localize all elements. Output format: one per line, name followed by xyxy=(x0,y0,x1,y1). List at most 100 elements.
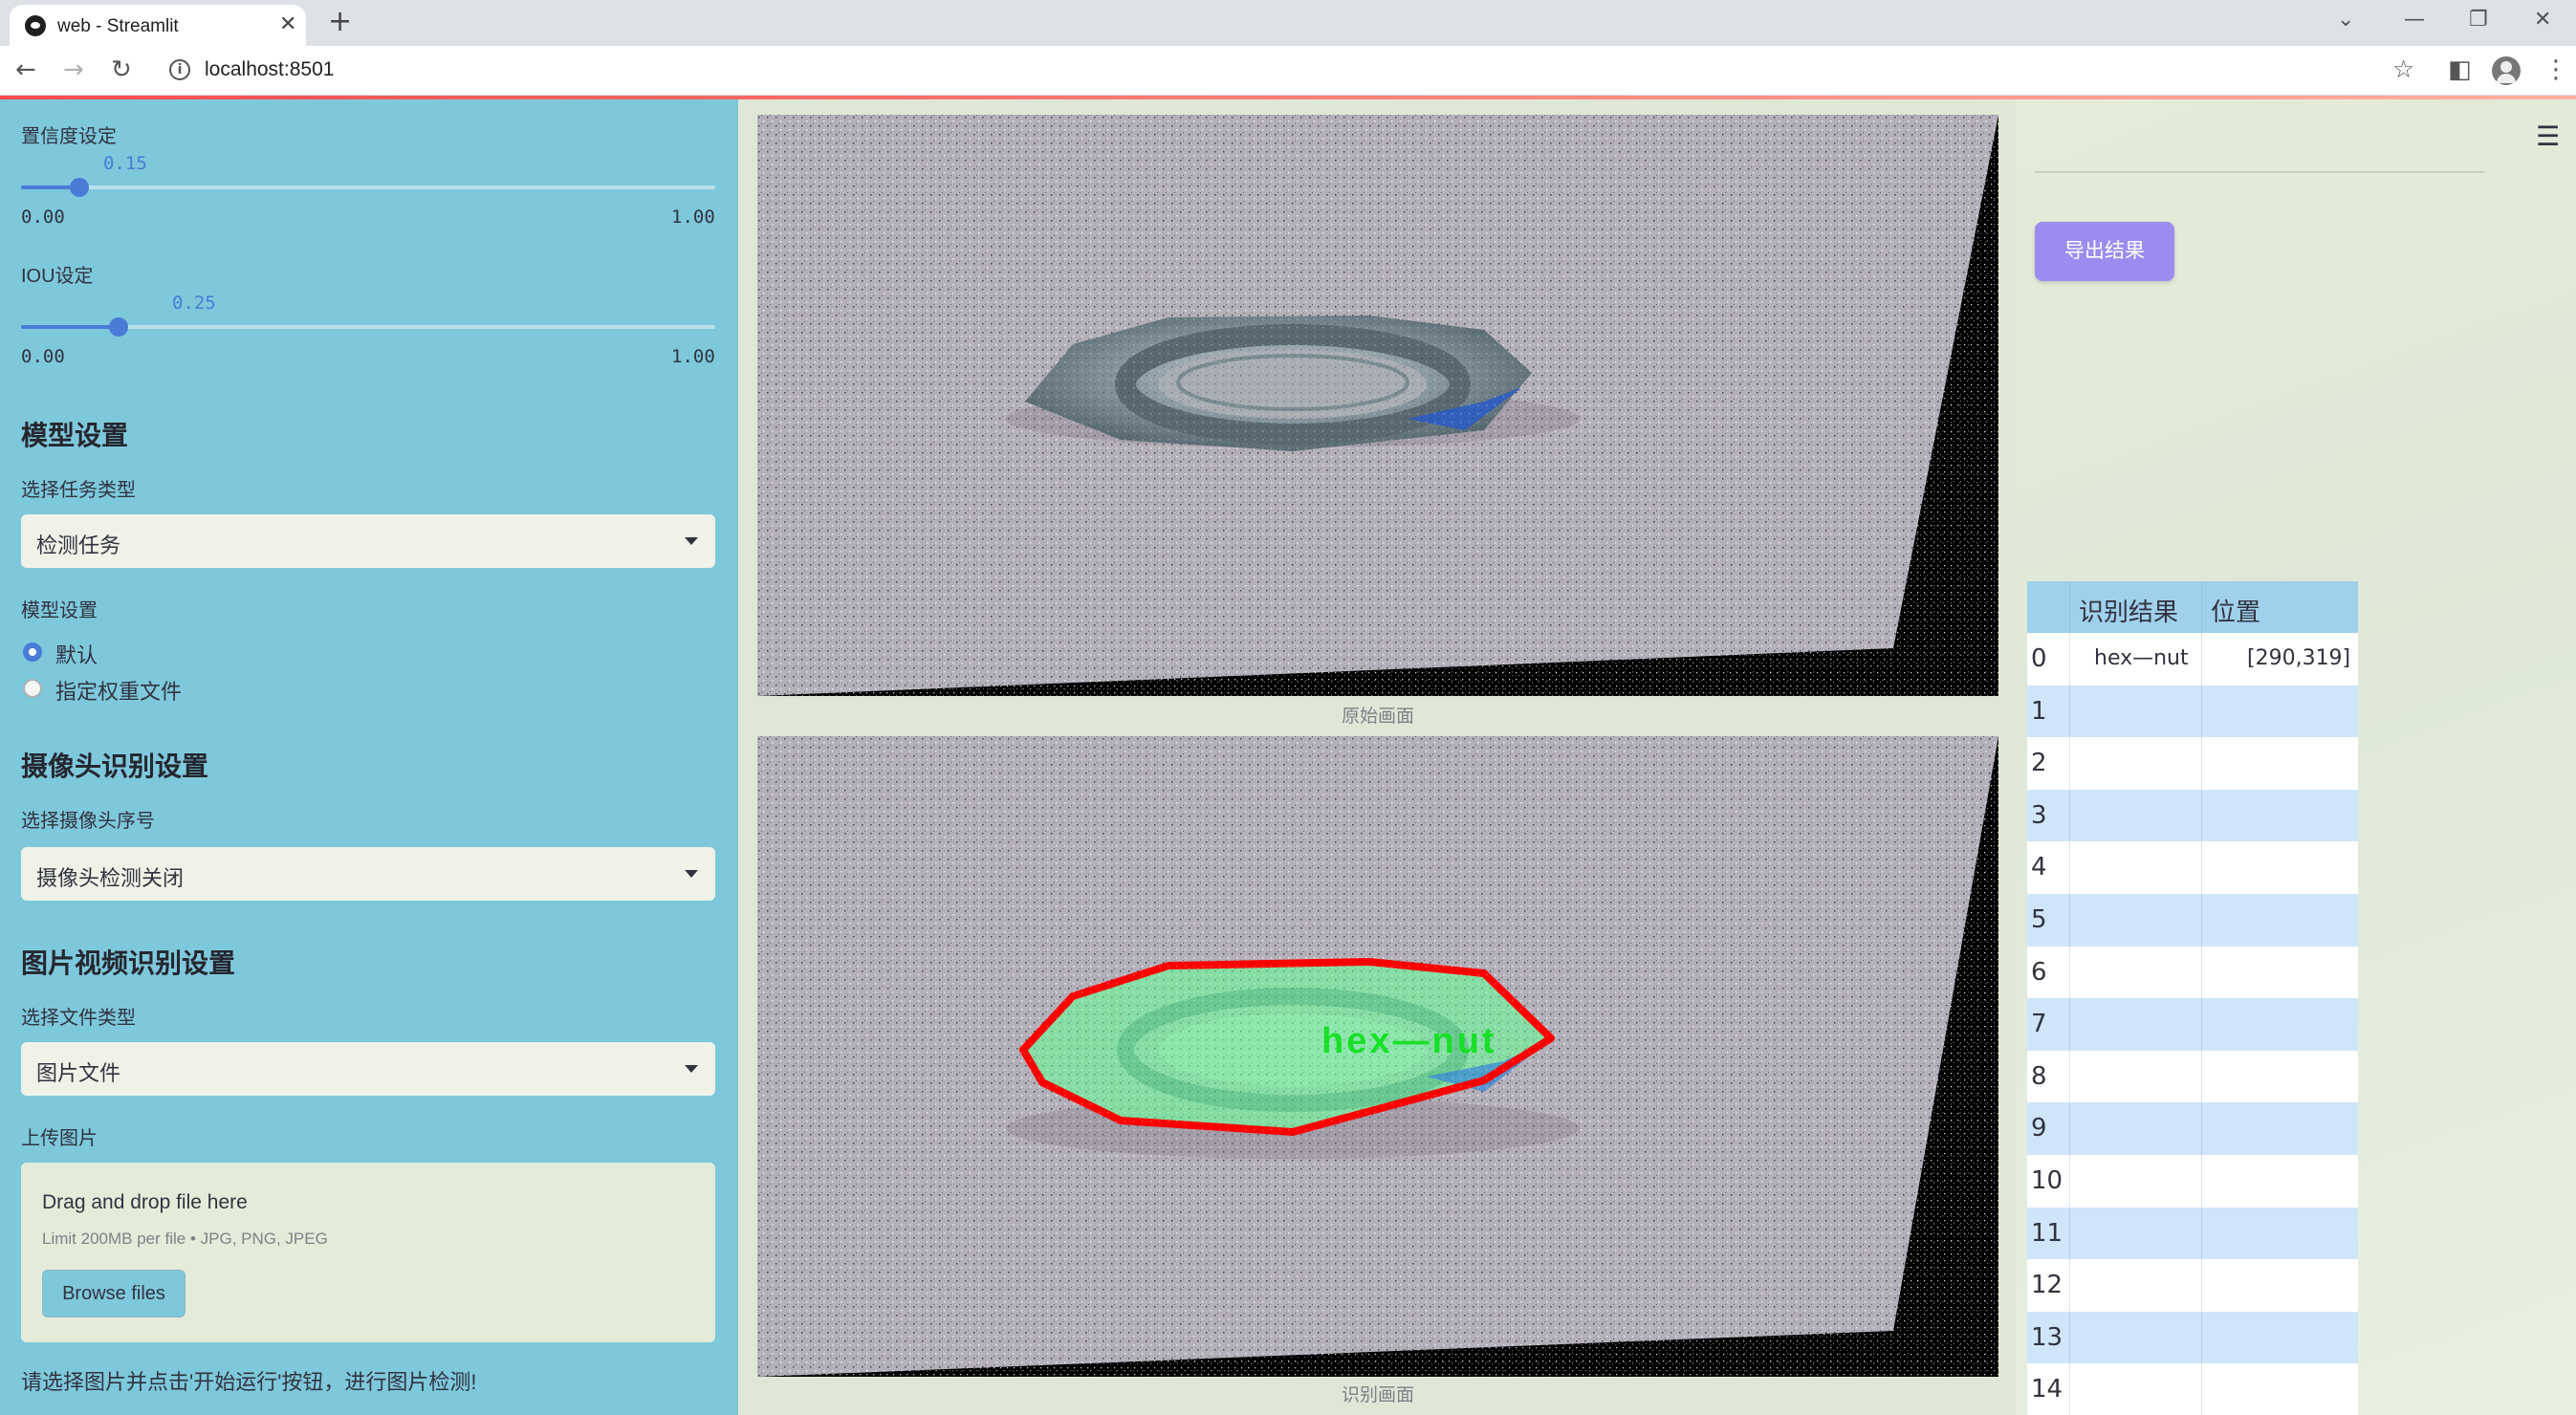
table-row[interactable]: 3 xyxy=(2027,789,2358,842)
file-type-value: 图片文件 xyxy=(36,1061,121,1085)
profile-avatar-icon[interactable] xyxy=(2492,56,2521,85)
table-row[interactable]: 14 xyxy=(2027,1363,2358,1415)
chevron-down-icon xyxy=(685,1065,698,1073)
row-index: 8 xyxy=(2031,1061,2047,1091)
radio-custom-weights[interactable] xyxy=(23,679,42,698)
column-divider xyxy=(2201,581,2202,1415)
address-bar[interactable]: localhost:8501 xyxy=(205,58,334,81)
confidence-max: 1.00 xyxy=(671,207,715,228)
forward-arrow-icon[interactable]: → xyxy=(63,55,84,84)
iou-slider-fill xyxy=(21,325,119,329)
chevron-down-icon xyxy=(685,537,698,545)
browser-tab[interactable]: web - Streamlit ✕ xyxy=(10,5,306,46)
task-type-select[interactable]: 检测任务 xyxy=(21,514,715,568)
original-image-canvas xyxy=(757,115,1998,696)
camera-settings-heading: 摄像头识别设置 xyxy=(21,751,209,781)
dropzone-title: Drag and drop file here xyxy=(42,1191,248,1213)
iou-slider-thumb[interactable] xyxy=(109,317,128,337)
browser-tab-strip: web - Streamlit ✕ + ⌄ — ❐ ✕ xyxy=(0,0,2576,46)
table-row[interactable]: 0hex—nut[290,319]414270.03 xyxy=(2027,633,2358,686)
table-row[interactable]: 7 xyxy=(2027,998,2358,1051)
close-tab-icon[interactable]: ✕ xyxy=(279,12,296,36)
side-panel-icon[interactable]: ◧ xyxy=(2448,55,2472,84)
result-caption: 识别画面 xyxy=(1341,1385,1414,1405)
bookmark-star-icon[interactable]: ☆ xyxy=(2392,55,2414,84)
site-info-icon[interactable]: i xyxy=(169,59,190,80)
cell-position: [290,319] xyxy=(2247,646,2351,670)
table-row[interactable]: 8 xyxy=(2027,1050,2358,1103)
col-result-header: 识别结果 xyxy=(2079,599,2179,627)
iou-label: IOU设定 xyxy=(21,266,94,287)
file-type-label: 选择文件类型 xyxy=(21,1008,136,1029)
table-header: 识别结果 位置 面积 时间 xyxy=(2027,581,2358,633)
table-row[interactable]: 1 xyxy=(2027,685,2358,738)
row-index: 4 xyxy=(2031,853,2047,882)
dropzone-limit: Limit 200MB per file • JPG, PNG, JPEG xyxy=(42,1230,328,1248)
cell-result: hex—nut xyxy=(2094,646,2189,670)
main-content: 原始画面 hex—nut 识别画面 导出结果 ☰ 识别结果 位置 面积 时间 xyxy=(738,99,2576,1415)
table-row[interactable]: 11 xyxy=(2027,1207,2358,1260)
browser-menu-icon[interactable]: ⋮ xyxy=(2543,55,2568,84)
row-index: 10 xyxy=(2031,1166,2063,1195)
table-row[interactable]: 6 xyxy=(2027,946,2358,999)
confidence-slider-thumb[interactable] xyxy=(70,178,89,197)
sidebar-instruction: 请选择图片并点击'开始运行'按钮，进行图片检测! xyxy=(21,1370,477,1394)
minimize-icon[interactable]: — xyxy=(2404,8,2425,32)
task-type-value: 检测任务 xyxy=(36,533,121,557)
row-index: 14 xyxy=(2031,1375,2063,1404)
confidence-slider[interactable] xyxy=(21,178,715,197)
table-row[interactable]: 9 xyxy=(2027,1102,2358,1155)
confidence-value: 0.15 xyxy=(103,153,147,174)
row-index: 9 xyxy=(2031,1114,2047,1143)
detection-label: hex—nut xyxy=(1321,1021,1497,1061)
row-index: 3 xyxy=(2031,800,2047,830)
result-image: hex—nut xyxy=(757,736,1998,1377)
table-row[interactable]: 4 xyxy=(2027,841,2358,894)
close-window-icon[interactable]: ✕ xyxy=(2534,8,2551,32)
iou-min: 0.00 xyxy=(21,346,65,367)
divider xyxy=(2035,171,2484,173)
file-dropzone[interactable]: Drag and drop file here Limit 200MB per … xyxy=(21,1163,715,1342)
column-divider xyxy=(2069,581,2070,1415)
tab-title: web - Streamlit xyxy=(57,16,179,36)
row-index: 12 xyxy=(2031,1271,2063,1300)
browse-files-button[interactable]: Browse files xyxy=(42,1270,186,1317)
model-setting-label: 模型设置 xyxy=(21,600,98,621)
iou-slider[interactable] xyxy=(21,317,715,337)
results-table[interactable]: 识别结果 位置 面积 时间 0hex—nut[290,319]414270.03… xyxy=(2027,581,2358,1415)
table-row[interactable]: 10 xyxy=(2027,1155,2358,1208)
table-row[interactable]: 2 xyxy=(2027,737,2358,790)
row-index: 6 xyxy=(2031,957,2047,987)
radio-custom-weights-label[interactable]: 指定权重文件 xyxy=(55,675,182,706)
camera-index-value: 摄像头检测关闭 xyxy=(36,866,185,890)
camera-index-select[interactable]: 摄像头检测关闭 xyxy=(21,847,715,901)
hamburger-menu-icon[interactable]: ☰ xyxy=(2536,120,2560,152)
restore-icon[interactable]: ❐ xyxy=(2469,8,2488,32)
new-tab-icon[interactable]: + xyxy=(328,5,352,38)
model-settings-heading: 模型设置 xyxy=(21,421,129,450)
radio-default[interactable] xyxy=(23,642,42,662)
original-caption: 原始画面 xyxy=(1341,707,1414,727)
camera-index-label: 选择摄像头序号 xyxy=(21,811,155,832)
row-index: 5 xyxy=(2031,905,2047,934)
confidence-label: 置信度设定 xyxy=(21,126,117,147)
table-row[interactable]: 13 xyxy=(2027,1311,2358,1364)
streamlit-favicon-icon xyxy=(25,15,46,36)
sidebar: 置信度设定 0.15 0.00 1.00 IOU设定 0.25 0.00 1.0… xyxy=(0,99,738,1415)
table-row[interactable]: 12 xyxy=(2027,1259,2358,1312)
export-results-button[interactable]: 导出结果 xyxy=(2035,222,2174,281)
row-index: 11 xyxy=(2031,1218,2063,1248)
row-index: 7 xyxy=(2031,1010,2047,1039)
confidence-min: 0.00 xyxy=(21,207,65,228)
table-row[interactable]: 5 xyxy=(2027,894,2358,947)
tab-search-chevron-icon[interactable]: ⌄ xyxy=(2337,8,2354,32)
file-type-select[interactable]: 图片文件 xyxy=(21,1042,715,1096)
browser-toolbar: ← → ↻ i localhost:8501 ☆ ◧ ⋮ xyxy=(0,46,2576,96)
iou-max: 1.00 xyxy=(671,346,715,367)
reload-icon[interactable]: ↻ xyxy=(111,55,132,84)
row-index: 0 xyxy=(2031,644,2047,673)
iou-value: 0.25 xyxy=(172,293,216,314)
radio-default-label[interactable]: 默认 xyxy=(55,639,98,669)
row-index: 13 xyxy=(2031,1322,2063,1352)
back-arrow-icon[interactable]: ← xyxy=(15,55,36,84)
